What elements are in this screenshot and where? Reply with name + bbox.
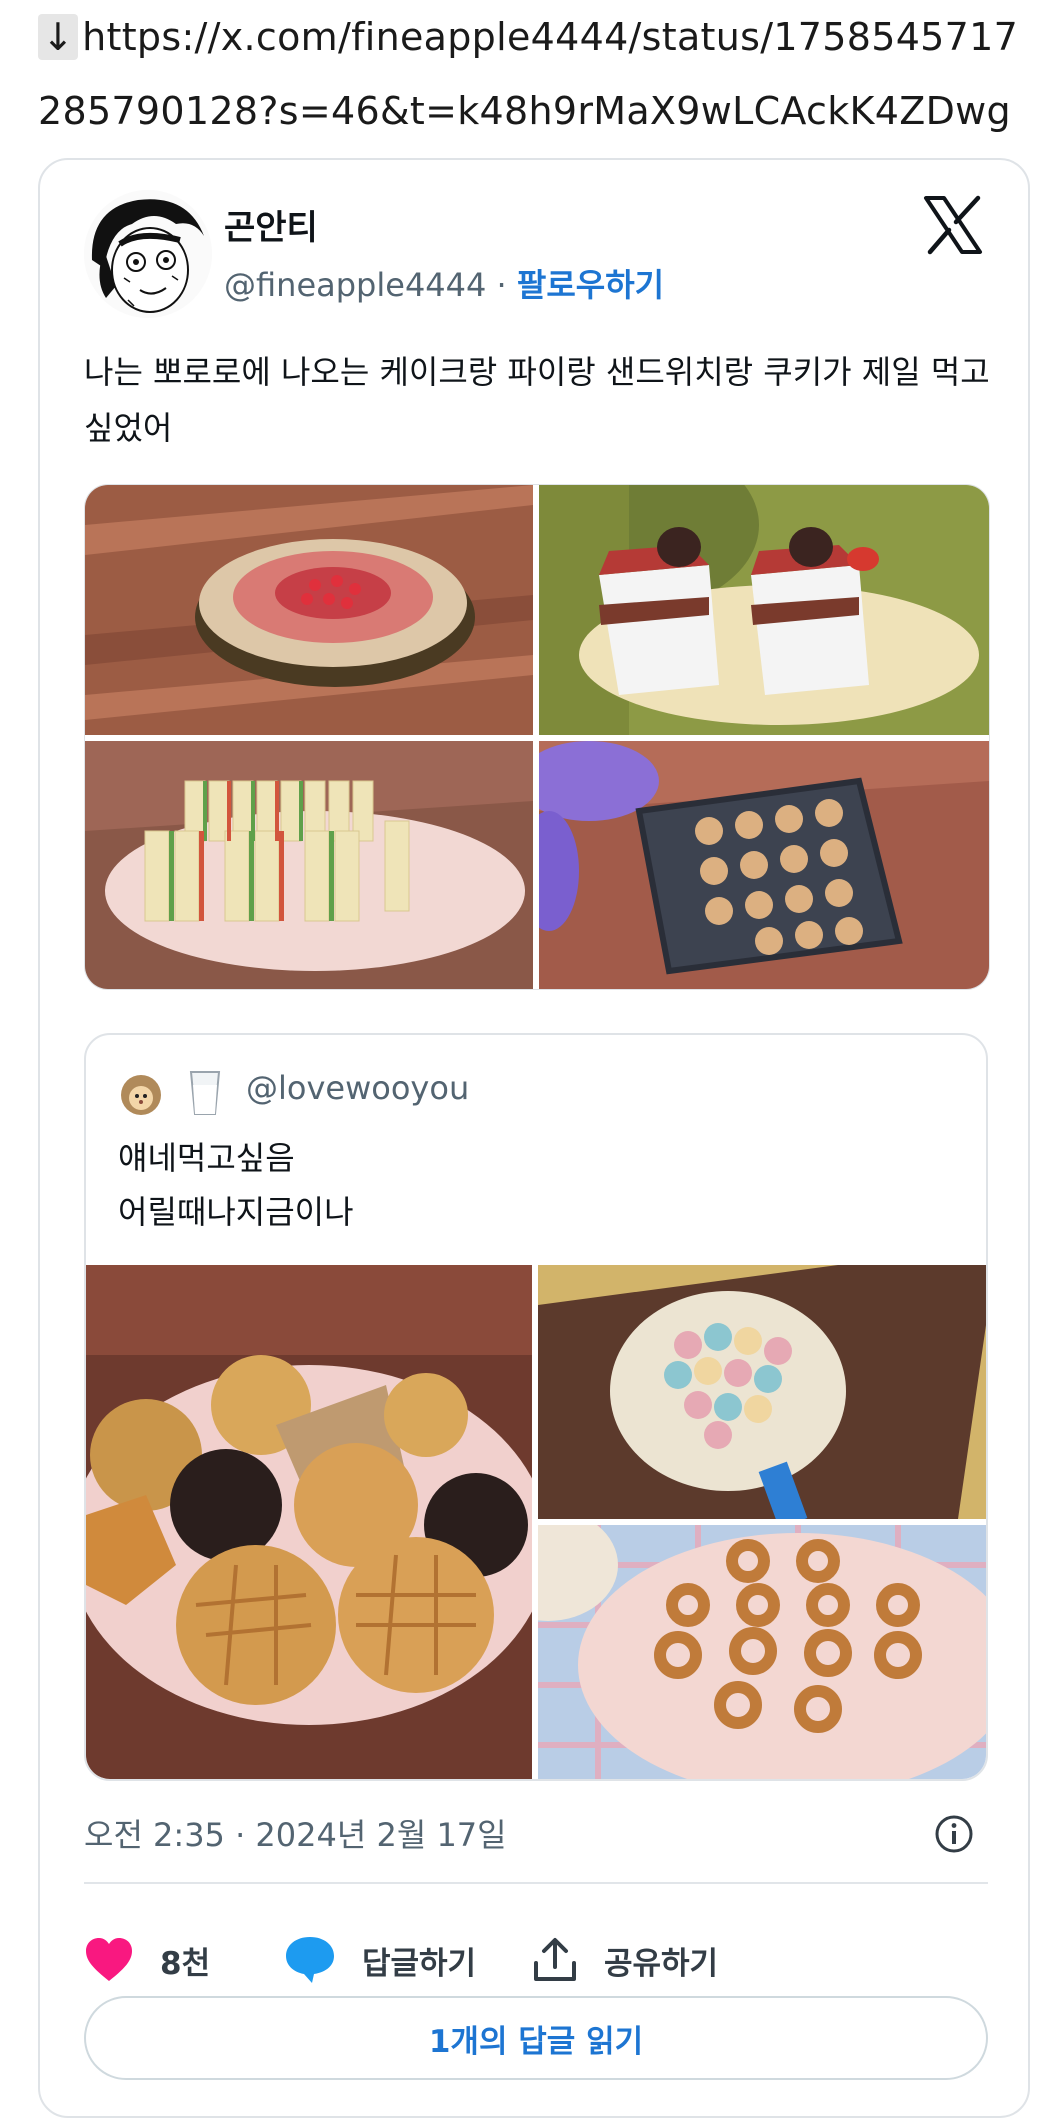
sandwich-image	[85, 741, 533, 989]
cookie-tray-image	[539, 741, 989, 989]
meta-separator: ·	[496, 266, 507, 304]
author-avatar[interactable]	[84, 190, 212, 318]
media-ring-cookie-plate[interactable]	[538, 1525, 986, 1779]
follow-button[interactable]: 팔로우하기	[517, 266, 664, 304]
url-text[interactable]: https://x.com/fineapple4444/status/17585…	[38, 15, 1018, 133]
share-label: 공유하기	[604, 1945, 719, 1982]
macaron-plate-image	[538, 1265, 986, 1519]
media-cookie-tray[interactable]	[539, 741, 989, 989]
x-logo-icon[interactable]	[922, 194, 984, 256]
media-macaron-plate[interactable]	[538, 1265, 986, 1519]
cake-image	[539, 485, 989, 735]
quoted-media-grid[interactable]	[86, 1265, 986, 1779]
media-pie[interactable]	[85, 485, 533, 735]
author-name[interactable]: 곤안티	[224, 200, 318, 249]
reply-bubble-icon	[286, 1937, 334, 1983]
shared-url[interactable]: ↓ https://x.com/fineapple4444/status/1758…	[38, 0, 1028, 148]
share-button[interactable]: 공유하기	[532, 1930, 718, 1990]
milk-glass-icon	[189, 1071, 221, 1115]
quoted-handle[interactable]: @lovewooyou	[246, 1069, 469, 1107]
tweet-timestamp[interactable]: 오전 2:35 · 2024년 2월 17일	[84, 1810, 507, 1856]
pie-image	[85, 485, 533, 735]
share-upload-icon	[534, 1938, 576, 1981]
media-sandwich[interactable]	[85, 741, 533, 989]
author-meta: @fineapple4444 · 팔로우하기	[224, 260, 664, 306]
tweet-card[interactable]: 곤안티 @fineapple4444 · 팔로우하기 나는 뽀로로에 나오는 케…	[38, 158, 1030, 2118]
read-replies-button[interactable]: 1개의 답글 읽기	[84, 1996, 988, 2080]
tweet-media-grid[interactable]	[84, 484, 990, 990]
like-button[interactable]: 8천	[84, 1930, 210, 1990]
download-arrow-icon: ↓	[38, 14, 79, 60]
heart-icon	[86, 1938, 132, 1981]
manga-avatar-icon	[84, 190, 212, 318]
quoted-text-line-2: 어릴때나지금이나	[118, 1193, 354, 1231]
hedgehog-avatar-icon	[121, 1075, 161, 1115]
footer-divider	[84, 1882, 988, 1884]
reply-button[interactable]: 답글하기	[284, 1930, 476, 1990]
quoted-text-line-1: 얘네먹고싶음	[118, 1139, 295, 1177]
ring-cookie-plate-image	[538, 1525, 986, 1779]
media-cake[interactable]	[539, 485, 989, 735]
author-handle[interactable]: @fineapple4444	[224, 266, 486, 304]
quoted-tweet[interactable]: @lovewooyou 얘네먹고싶음 어릴때나지금이나	[84, 1033, 988, 1781]
media-cookie-plate[interactable]	[86, 1265, 532, 1779]
info-icon[interactable]	[934, 1814, 974, 1854]
quoted-text: 얘네먹고싶음 어릴때나지금이나	[118, 1131, 354, 1239]
reply-label: 답글하기	[362, 1945, 477, 1982]
like-count: 8천	[160, 1945, 211, 1982]
cookie-plate-image	[86, 1265, 532, 1779]
tweet-text: 나는 뽀로로에 나오는 케이크랑 파이랑 샌드위치랑 쿠키가 제일 먹고싶었어	[84, 353, 990, 447]
